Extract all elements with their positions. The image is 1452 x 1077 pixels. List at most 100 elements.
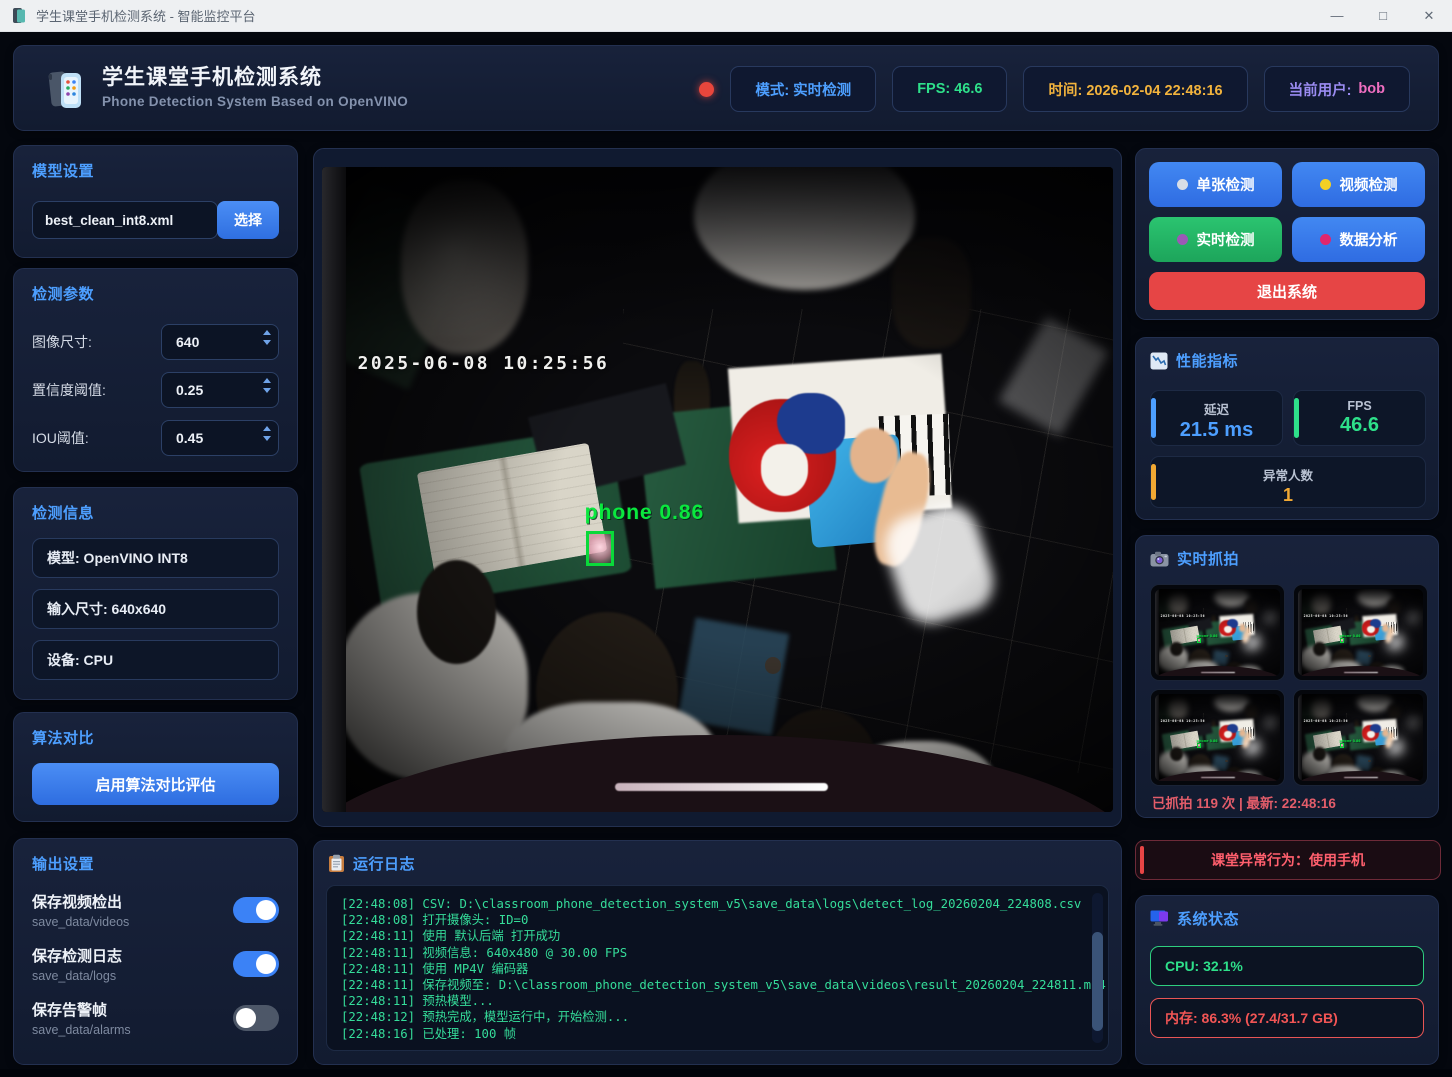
header-status-badges: 模式: 实时检测 FPS: 46.6 时间: 2026-02-04 22:48:… (699, 46, 1410, 132)
algorithm-compare-panel: 算法对比 启用算法对比评估 (13, 712, 298, 822)
iou-value[interactable] (161, 420, 279, 456)
maximize-button[interactable]: □ (1360, 0, 1406, 32)
spin-down-icon[interactable] (263, 388, 271, 393)
spin-up-icon[interactable] (263, 330, 271, 335)
window-title: 学生课堂手机检测系统 - 智能监控平台 (36, 6, 256, 25)
single-mode-dot-icon (1177, 179, 1188, 190)
detection-bounding-box (1340, 638, 1344, 643)
recording-indicator-dot (699, 82, 714, 97)
live-video-feed: 2025-06-08 10:25:56 phone 0.86 (322, 167, 1113, 812)
video-timestamp-overlay: 2025-06-08 10:25:56 (1304, 719, 1348, 723)
spin-down-icon[interactable] (263, 340, 271, 345)
log-line: [22:48:11] 保存视频至: D:\classroom_phone_det… (341, 977, 1078, 993)
system-status-title: 系统状态 (1177, 908, 1239, 929)
model-settings-title: 模型设置 (32, 160, 94, 181)
spin-down-icon[interactable] (263, 436, 271, 441)
toggle-row-save-alarm: 保存告警帧 save_data/alarms (32, 999, 279, 1045)
detection-label: phone 0.86 (1197, 634, 1218, 638)
spin-up-icon[interactable] (263, 378, 271, 383)
system-status-header: 系统状态 (1150, 908, 1239, 929)
log-line: [22:48:16] 已处理: 100 帧 (341, 1026, 1078, 1042)
run-log-header: 运行日志 (328, 853, 415, 874)
video-feed-panel: 2025-06-08 10:25:56 phone 0.86 (313, 148, 1122, 827)
mode-button-single[interactable]: 单张检测 (1149, 162, 1282, 207)
confidence-spinner[interactable] (161, 372, 279, 408)
spin-up-icon[interactable] (263, 426, 271, 431)
analysis-mode-label: 数据分析 (1340, 229, 1398, 250)
scene-monitor-left-edge (1298, 694, 1302, 781)
current-user-badge: 当前用户: bob (1264, 66, 1410, 112)
latency-metric-card: 延迟 21.5 ms (1150, 390, 1283, 446)
camera-icon (1150, 551, 1169, 567)
fps-value: 46.6 (1294, 414, 1425, 437)
enable-algorithm-compare-button[interactable]: 启用算法对比评估 (32, 763, 279, 805)
image-size-spinner[interactable] (161, 324, 279, 360)
log-scrollbar-thumb[interactable] (1092, 932, 1103, 1031)
detection-bounding-box (586, 531, 614, 566)
spinner-arrows[interactable] (263, 330, 271, 345)
model-file-input[interactable] (32, 201, 218, 239)
log-output-box[interactable]: [22:48:08] CSV: D:\classroom_phone_detec… (326, 885, 1109, 1051)
run-log-panel: 运行日志 [22:48:08] CSV: D:\classroom_phone_… (313, 840, 1122, 1065)
log-line: [22:48:12] 预热完成，模型运行中，开始检测... (341, 1009, 1078, 1025)
snapshot-image: 2025-06-08 10:25:56 phone 0.86 (1298, 589, 1423, 676)
model-select-button[interactable]: 选择 (217, 201, 279, 239)
iou-spinner[interactable] (161, 420, 279, 456)
latency-value: 21.5 ms (1151, 419, 1282, 442)
log-line: [22:48:11] 视频信息: 640x480 @ 30.00 FPS (341, 945, 1078, 961)
window-titlebar: 学生课堂手机检测系统 - 智能监控平台 — □ ✕ (0, 0, 1452, 32)
scene-vignette (1155, 589, 1280, 676)
window-controls: — □ ✕ (1314, 0, 1452, 32)
video-timestamp-overlay: 2025-06-08 10:25:56 (1304, 614, 1348, 618)
spinner-arrows[interactable] (263, 426, 271, 441)
detection-label: phone 0.86 (1340, 739, 1361, 743)
page-title: 学生课堂手机检测系统 (102, 61, 322, 91)
realtime-mode-label: 实时检测 (1197, 229, 1255, 250)
device-info-box: 设备: CPU (32, 640, 279, 680)
scene-vignette (1298, 694, 1423, 781)
confidence-label: 置信度阈值: (32, 380, 106, 400)
mode-button-realtime[interactable]: 实时检测 (1149, 217, 1282, 262)
snapshot-thumbnail[interactable]: 2025-06-08 10:25:56 phone 0.86 (1150, 584, 1285, 681)
camera-scene: 2025-06-08 10:25:56 phone 0.86 (322, 167, 1113, 812)
snapshot-thumbnail[interactable]: 2025-06-08 10:25:56 phone 0.86 (1293, 584, 1428, 681)
scene-vignette (322, 167, 1113, 812)
toggle-row-save-log: 保存检测日志 save_data/logs (32, 945, 279, 991)
mode-buttons-grid: 单张检测 视频检测 实时检测 数据分析 (1149, 162, 1425, 262)
abnormal-label: 异常人数 (1151, 465, 1425, 484)
log-scrollbar-track[interactable] (1092, 893, 1103, 1043)
save-log-toggle[interactable] (233, 951, 279, 977)
latency-accent-bar (1151, 398, 1156, 438)
video-timestamp-overlay: 2025-06-08 10:25:56 (1161, 614, 1205, 618)
snapshot-caption: 已抓拍 119 次 | 最新: 22:48:16 (1152, 792, 1336, 812)
spinner-arrows[interactable] (263, 378, 271, 393)
time-status-badge: 时间: 2026-02-04 22:48:16 (1023, 66, 1247, 112)
log-line: [22:48:08] 打开摄像头: ID=0 (341, 912, 1078, 928)
save-video-toggle[interactable] (233, 897, 279, 923)
output-settings-title: 输出设置 (32, 853, 94, 874)
mode-button-analysis[interactable]: 数据分析 (1292, 217, 1425, 262)
page-subtitle: Phone Detection System Based on OpenVINO (102, 94, 408, 109)
save-alarm-toggle[interactable] (233, 1005, 279, 1031)
latency-label: 延迟 (1151, 399, 1282, 418)
scene-vignette (1155, 694, 1280, 781)
camera-scene: 2025-06-08 10:25:56 phone 0.86 (1155, 589, 1280, 676)
alert-text: 课堂异常行为：使用手机 (1136, 841, 1440, 879)
app-logo-phone-icon (44, 67, 90, 113)
fps-status-badge: FPS: 46.6 (892, 66, 1007, 112)
scene-bezel-reflection (615, 783, 829, 791)
minimize-button[interactable]: — (1314, 0, 1360, 32)
log-line: [22:48:11] 使用 默认后端 打开成功 (341, 928, 1078, 944)
run-log-title: 运行日志 (353, 853, 415, 874)
mode-button-video[interactable]: 视频检测 (1292, 162, 1425, 207)
exit-system-button[interactable]: 退出系统 (1149, 272, 1425, 310)
close-button[interactable]: ✕ (1406, 0, 1452, 32)
detection-info-panel: 检测信息 模型: OpenVINO INT8 输入尺寸: 640x640 设备:… (13, 487, 298, 700)
confidence-value[interactable] (161, 372, 279, 408)
performance-panel: 性能指标 延迟 21.5 ms FPS 46.6 异常人数 1 (1135, 337, 1439, 520)
abnormal-count-card: 异常人数 1 (1150, 456, 1426, 508)
snapshot-thumbnail[interactable]: 2025-06-08 10:25:56 phone 0.86 (1293, 689, 1428, 786)
abnormal-value: 1 (1151, 485, 1425, 506)
image-size-value[interactable] (161, 324, 279, 360)
snapshot-thumbnail[interactable]: 2025-06-08 10:25:56 phone 0.86 (1150, 689, 1285, 786)
